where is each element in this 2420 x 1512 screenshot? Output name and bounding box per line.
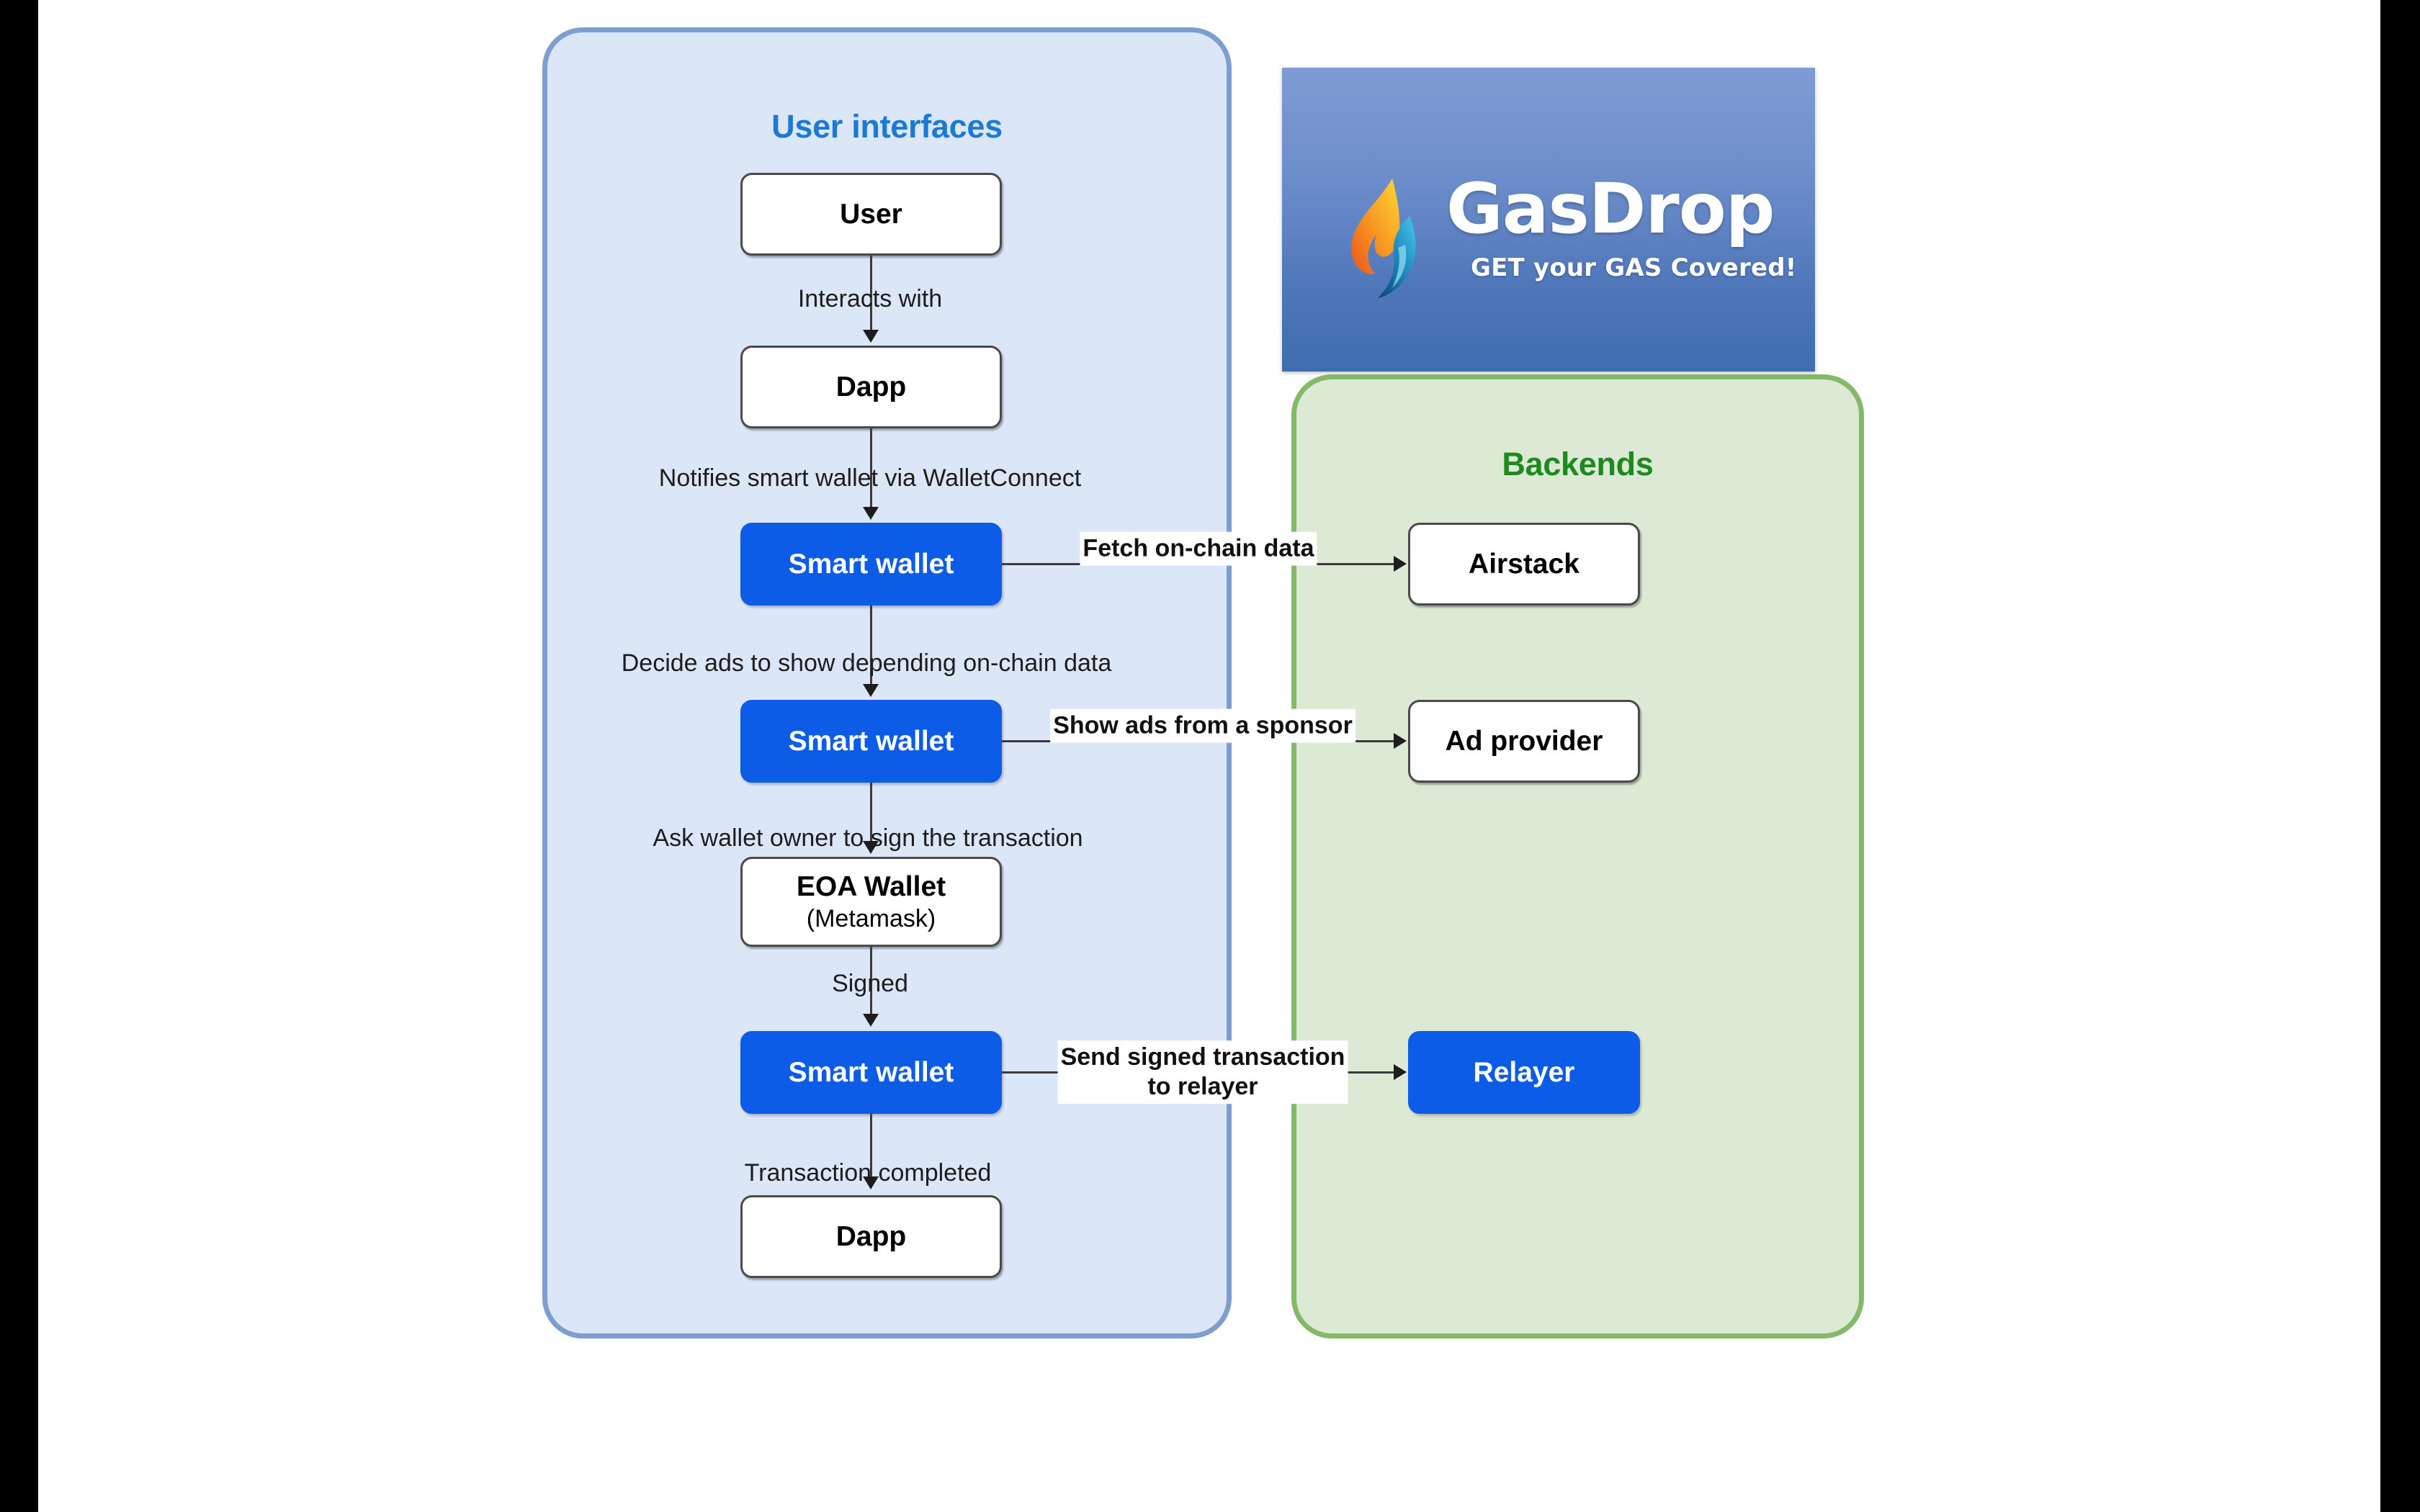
node-dapp-bottom-label: Dapp bbox=[835, 1220, 907, 1252]
edge-label-eoa-to-wallet3: Signed bbox=[832, 970, 908, 997]
node-ad-provider[interactable]: Ad provider bbox=[1408, 700, 1640, 783]
node-relayer-label: Relayer bbox=[1473, 1056, 1575, 1088]
edge-label-user-to-dapp: Interacts with bbox=[797, 285, 943, 312]
node-user[interactable]: User bbox=[740, 173, 1002, 256]
node-airstack-label: Airstack bbox=[1469, 548, 1579, 580]
connector-wallet1-wallet2-arrow bbox=[863, 684, 879, 697]
node-ad-provider-label: Ad provider bbox=[1445, 725, 1603, 757]
gasdrop-logo-inner: GasDrop GET your GAS Covered! bbox=[1282, 68, 1815, 372]
node-dapp-top[interactable]: Dapp bbox=[740, 346, 1002, 428]
node-smart-wallet-1-label: Smart wallet bbox=[788, 548, 954, 580]
node-smart-wallet-3-label: Smart wallet bbox=[788, 1056, 954, 1088]
edge-label-wallet2-to-eoa: Ask wallet owner to sign the transaction bbox=[653, 824, 1083, 852]
connector-wallet-relayer-arrow bbox=[1394, 1064, 1407, 1080]
node-eoa-wallet[interactable]: EOA Wallet (Metamask) bbox=[740, 857, 1002, 947]
panel-backends-title: Backends bbox=[1502, 446, 1654, 482]
connector-wallet-adprovider-arrow bbox=[1394, 733, 1407, 749]
panel-user-interfaces-title: User interfaces bbox=[771, 108, 1003, 145]
slide-canvas: User interfaces Backends GasDrop GET you… bbox=[38, 0, 2380, 1512]
node-eoa-wallet-label: EOA Wallet bbox=[796, 870, 946, 902]
node-smart-wallet-3[interactable]: Smart wallet bbox=[740, 1031, 1002, 1114]
connector-dapp-wallet-arrow bbox=[863, 507, 879, 520]
node-smart-wallet-2-label: Smart wallet bbox=[788, 725, 954, 757]
gasdrop-wordmark: GasDrop bbox=[1446, 168, 1775, 249]
edge-label-wallet1-to-wallet2: Decide ads to show depending on-chain da… bbox=[621, 649, 1112, 677]
gasdrop-tagline: GET your GAS Covered! bbox=[1471, 253, 1797, 282]
connector-eoa-wallet3-arrow bbox=[863, 1014, 879, 1027]
slide-stage: User interfaces Backends GasDrop GET you… bbox=[0, 0, 2420, 1512]
node-user-label: User bbox=[840, 198, 902, 230]
node-dapp-bottom[interactable]: Dapp bbox=[740, 1195, 1002, 1278]
node-airstack[interactable]: Airstack bbox=[1408, 523, 1640, 606]
panel-backends: Backends bbox=[1291, 374, 1864, 1338]
node-smart-wallet-1[interactable]: Smart wallet bbox=[740, 523, 1002, 606]
flame-icon bbox=[1351, 179, 1416, 298]
node-smart-wallet-2[interactable]: Smart wallet bbox=[740, 700, 1002, 783]
edge-label-wallet-to-relayer-line1: Send signed transaction bbox=[1060, 1043, 1345, 1071]
edge-label-wallet-to-airstack: Fetch on-chain data bbox=[1080, 531, 1317, 566]
connector-wallet-airstack-arrow bbox=[1394, 556, 1407, 572]
edge-label-wallet-to-adprovider: Show ads from a sponsor bbox=[1050, 708, 1355, 743]
node-eoa-wallet-sublabel: (Metamask) bbox=[806, 905, 936, 933]
gasdrop-logo-card: GasDrop GET your GAS Covered! bbox=[1282, 68, 1815, 372]
node-relayer[interactable]: Relayer bbox=[1408, 1031, 1640, 1114]
edge-label-wallet-to-relayer-line2: to relayer bbox=[1147, 1073, 1258, 1100]
connector-user-dapp-arrow bbox=[863, 330, 879, 343]
edge-label-dapp-to-wallet: Notifies smart wallet via WalletConnect bbox=[658, 464, 1082, 492]
edge-label-wallet3-to-dapp: Transaction completed bbox=[744, 1159, 992, 1187]
node-dapp-top-label: Dapp bbox=[835, 371, 907, 402]
edge-label-wallet-to-relayer: Send signed transaction to relayer bbox=[1057, 1040, 1348, 1104]
